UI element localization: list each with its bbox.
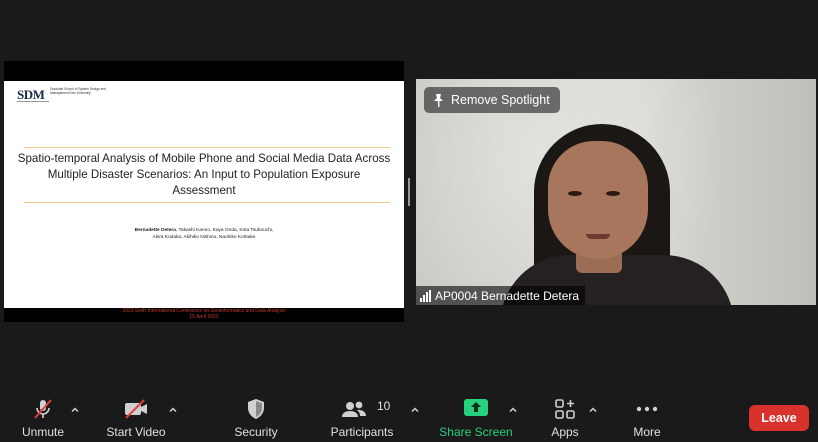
remove-spotlight-button[interactable]: Remove Spotlight [424, 87, 560, 113]
unmute-button[interactable]: Unmute [14, 386, 72, 442]
logo-underline [17, 101, 49, 102]
participant-face [548, 141, 648, 259]
presentation-slide: SDM Graduate School of System Design and… [4, 81, 404, 320]
security-button[interactable]: Security [228, 386, 284, 442]
participant-name: AP0004 Bernadette Detera [435, 288, 580, 303]
remove-spotlight-label: Remove Spotlight [451, 93, 550, 107]
video-camera-off-icon [123, 398, 149, 420]
title-rule-bottom [24, 202, 390, 203]
conference-info: 2023 Sixth International Conference on G… [64, 308, 344, 320]
lead-author: Bernadette Detera [134, 228, 176, 233]
conference-date: 15 April 2023 [189, 314, 219, 320]
participants-label: Participants [330, 425, 394, 439]
share-screen-button[interactable]: Share Screen [438, 386, 514, 442]
participants-icon [341, 398, 367, 420]
more-button[interactable]: More [624, 386, 670, 442]
more-dots-icon [635, 398, 659, 420]
shared-screen: SDM Graduate School of System Design and… [4, 61, 404, 322]
audio-options-chevron-icon[interactable] [70, 402, 80, 413]
unmute-label: Unmute [21, 425, 65, 439]
logo-caption: Graduate School of System Design and Man… [50, 87, 106, 95]
video-options-chevron-icon[interactable] [168, 402, 178, 413]
microphone-muted-icon [32, 398, 54, 420]
pin-icon [432, 93, 445, 108]
more-label: More [633, 425, 661, 439]
start-video-label: Start Video [106, 425, 166, 439]
participant-eye-right [606, 191, 620, 196]
apps-options-chevron-icon[interactable] [588, 402, 598, 413]
meeting-toolbar: Unmute Start Video Security 10 Participa… [0, 386, 818, 442]
participant-eye-left [568, 191, 582, 196]
share-screen-icon [464, 398, 488, 420]
shield-icon [246, 398, 266, 420]
signal-icon [420, 289, 431, 302]
slide-authors: Bernadette Detera, Takashi Kanno, Kaya O… [64, 227, 344, 241]
participants-count-badge: 10 [377, 399, 391, 413]
participants-button[interactable]: 10 Participants [326, 386, 398, 442]
share-options-chevron-icon[interactable] [508, 402, 518, 413]
co-authors-line2: Akira Kodaka, Akihiko Nishino, Naohiko K… [152, 235, 256, 240]
layout-splitter-handle[interactable] [408, 178, 410, 206]
security-label: Security [234, 425, 278, 439]
share-screen-label: Share Screen [439, 425, 513, 439]
participant-name-tag: AP0004 Bernadette Detera [416, 286, 586, 305]
leave-button[interactable]: Leave [749, 405, 809, 431]
participant-mouth [586, 234, 610, 239]
start-video-button[interactable]: Start Video [104, 386, 168, 442]
apps-button[interactable]: Apps [542, 386, 588, 442]
apps-icon [554, 398, 576, 420]
video-tile[interactable]: Remove Spotlight AP0004 Bernadette Deter… [416, 79, 816, 305]
co-authors: , Takashi Kanno, Kaya Onda, Kota Tsubouc… [175, 228, 274, 233]
participants-options-chevron-icon[interactable] [410, 402, 420, 413]
apps-label: Apps [551, 425, 579, 439]
slide-title: Spatio-temporal Analysis of Mobile Phone… [17, 152, 391, 197]
title-rule-top [24, 147, 390, 148]
